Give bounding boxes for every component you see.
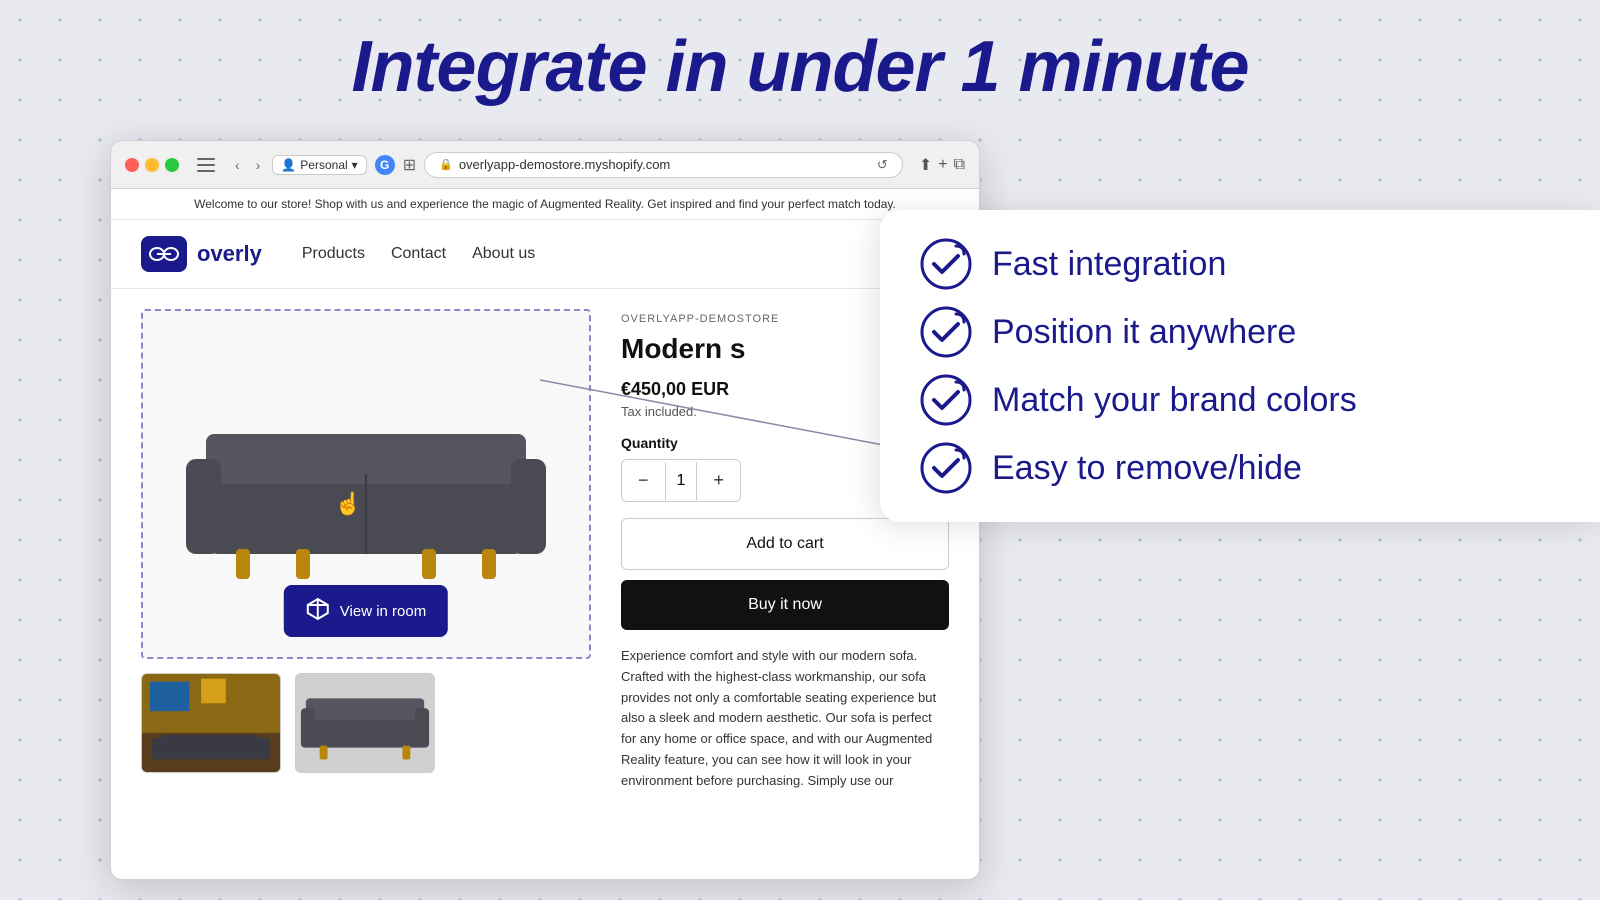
quantity-increase-button[interactable]: + (697, 460, 740, 501)
profile-button[interactable]: 👤 Personal ▾ (272, 155, 366, 175)
quantity-value: 1 (665, 462, 698, 500)
share-button[interactable]: ⬆ (919, 155, 932, 175)
quantity-control: − 1 + (621, 459, 741, 502)
thumbnail-1-img (142, 673, 280, 773)
back-button[interactable]: ‹ (231, 155, 244, 175)
traffic-light-red[interactable] (125, 158, 139, 172)
forward-button[interactable]: › (252, 155, 265, 175)
traffic-light-green[interactable] (165, 158, 179, 172)
nav-contact[interactable]: Contact (391, 245, 446, 263)
cursor-icon: ☝ (335, 491, 362, 517)
feature-text-1: Fast integration (992, 245, 1226, 284)
buy-now-button[interactable]: Buy it now (621, 580, 949, 630)
quantity-decrease-button[interactable]: − (622, 460, 665, 501)
nav-about[interactable]: About us (472, 245, 535, 263)
thumbnail-2-img (296, 673, 434, 773)
nav-links: Products Contact About us (302, 245, 535, 263)
ar-icon (306, 597, 330, 625)
view-in-room-button[interactable]: View in room (284, 585, 448, 637)
view-in-room-label: View in room (340, 603, 426, 620)
browser-chrome: ‹ › 👤 Personal ▾ G ⊞ 🔒 overlyapp-demosto… (111, 141, 979, 189)
thumbnails (141, 673, 591, 773)
store-nav: overly Products Contact About us (111, 220, 979, 289)
feature-item-4: Easy to remove/hide (920, 442, 1552, 494)
product-description: Experience comfort and style with our mo… (621, 646, 949, 792)
traffic-light-yellow[interactable] (145, 158, 159, 172)
profile-icon: 👤 (281, 158, 296, 172)
add-to-cart-button[interactable]: Add to cart (621, 518, 949, 570)
nav-products[interactable]: Products (302, 245, 365, 263)
check-icon-3 (920, 374, 972, 426)
check-icon-1 (920, 238, 972, 290)
page-icon: ⊞ (403, 155, 416, 175)
address-bar[interactable]: 🔒 overlyapp-demostore.myshopify.com ↺ (424, 152, 903, 178)
features-panel: Fast integration Position it anywhere Ma… (880, 210, 1600, 522)
feature-item-3: Match your brand colors (920, 374, 1552, 426)
browser-window: ‹ › 👤 Personal ▾ G ⊞ 🔒 overlyapp-demosto… (110, 140, 980, 880)
reload-icon[interactable]: ↺ (877, 157, 888, 173)
feature-item-2: Position it anywhere (920, 306, 1552, 358)
feature-text-2: Position it anywhere (992, 313, 1296, 352)
profile-label: Personal (300, 158, 347, 172)
logo-icon (141, 236, 187, 272)
check-icon-4 (920, 442, 972, 494)
chevron-down-icon: ▾ (352, 158, 358, 172)
address-text: overlyapp-demostore.myshopify.com (459, 157, 670, 172)
feature-text-4: Easy to remove/hide (992, 449, 1302, 488)
logo-text: overly (197, 241, 262, 267)
lock-icon: 🔒 (439, 158, 453, 171)
thumbnail-2[interactable] (295, 673, 435, 773)
main-image-container: ☝ View in room (141, 309, 591, 659)
tab-overview-button[interactable]: ⧉ (954, 155, 965, 175)
sidebar-toggle-button[interactable] (193, 156, 219, 174)
new-tab-button[interactable]: + (938, 155, 947, 175)
favicon: G (375, 155, 395, 175)
page-title: Integrate in under 1 minute (0, 0, 1600, 125)
announcement-bar: Welcome to our store! Shop with us and e… (111, 189, 979, 220)
sofa-illustration (176, 364, 556, 604)
check-icon-2 (920, 306, 972, 358)
feature-text-3: Match your brand colors (992, 381, 1357, 420)
thumbnail-1[interactable] (141, 673, 281, 773)
browser-content: Welcome to our store! Shop with us and e… (111, 189, 979, 879)
store-logo[interactable]: overly (141, 236, 262, 272)
product-images: ☝ View in room (141, 309, 591, 792)
feature-item-1: Fast integration (920, 238, 1552, 290)
product-page: ☝ View in room (111, 289, 979, 812)
